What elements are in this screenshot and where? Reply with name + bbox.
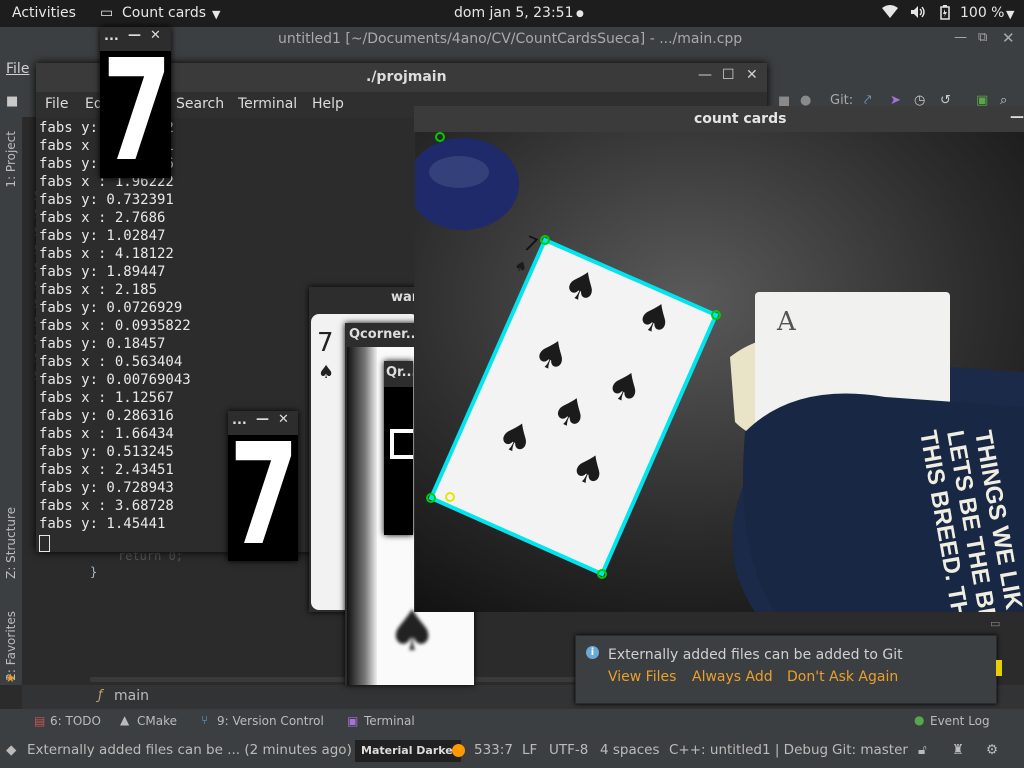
terminal-menu-terminal[interactable]: Terminal xyxy=(238,96,297,112)
system-menu-chevron-icon[interactable]: ▼ xyxy=(1006,8,1014,21)
theme-indicator-icon xyxy=(452,744,465,757)
breadcrumb-main[interactable]: main xyxy=(114,688,149,704)
ide-maximize-button[interactable]: ⧉ xyxy=(978,30,987,45)
qr-title: Qr... xyxy=(386,365,413,380)
cpp-context[interactable]: C++: untitled1 | Debug xyxy=(669,742,828,758)
wifi-icon[interactable] xyxy=(882,5,898,23)
tool-tab-version-control[interactable]: 9: Version Control xyxy=(217,714,324,728)
qcorner-title: Qcorner.. xyxy=(349,327,416,342)
tool-window-bar: ▤ 6: TODO ▲ CMake ⑂ 9: Version Control ▣… xyxy=(0,709,1024,735)
fold-marker-icon[interactable]: ▭ xyxy=(990,617,1000,630)
terminal-maximize-button[interactable]: ☐ xyxy=(722,67,735,83)
rank-window-mid-titlebar[interactable]: ... — ✕ xyxy=(228,411,298,433)
structure-tool-tab[interactable]: Z: Structure xyxy=(4,507,18,579)
rank-image-top: 7 xyxy=(100,51,171,178)
clock[interactable]: dom jan 5, 23:51 xyxy=(454,5,574,21)
qr-window: Qr... xyxy=(384,361,413,535)
status-message[interactable]: Externally added files can be ... (2 min… xyxy=(27,742,352,758)
battery-icon[interactable] xyxy=(940,5,950,24)
count-cards-minimize-button[interactable]: — xyxy=(1010,109,1024,125)
notification-dot-icon: ● xyxy=(576,9,584,19)
rank-window-mid-close[interactable]: ✕ xyxy=(278,412,289,427)
status-collapse-icon[interactable]: ◆ xyxy=(6,742,16,758)
ide-minimize-button[interactable]: — xyxy=(954,30,967,45)
rank-window-top-titlebar[interactable]: ... — ✕ xyxy=(100,27,171,49)
todo-icon: ▤ xyxy=(34,714,46,728)
rank-digit-mid: 7 xyxy=(229,435,298,561)
warp-titlebar[interactable]: war xyxy=(309,287,419,309)
terminal-close-button[interactable]: ✕ xyxy=(746,67,758,83)
scroll-marker xyxy=(996,660,1002,676)
qr-image xyxy=(384,387,413,535)
event-log-icon: ● xyxy=(914,713,925,727)
ide-menu-file[interactable]: File xyxy=(6,61,29,77)
cmake-icon: ▲ xyxy=(120,713,130,727)
function-icon: ƒ xyxy=(98,688,103,703)
ace-card-rank: A xyxy=(776,307,797,337)
caret-position[interactable]: 533:7 xyxy=(474,742,513,758)
terminal-menu-search[interactable]: Search xyxy=(176,96,224,112)
git-notification-balloon: i Externally added files can be added to… xyxy=(575,635,997,704)
camera-frame: A THINGS WE LIK LETS BE THE BRAND T THIS… xyxy=(415,132,1024,612)
count-cards-title: count cards xyxy=(694,111,787,127)
notification-text: Externally added files can be added to G… xyxy=(608,647,903,663)
qr-titlebar[interactable]: Qr... xyxy=(384,361,413,383)
tool-tab-todo[interactable]: 6: TODO xyxy=(50,714,101,728)
always-add-link[interactable]: Always Add xyxy=(692,669,773,685)
dont-ask-again-link[interactable]: Don't Ask Again xyxy=(787,669,898,685)
tool-tab-event-log[interactable]: Event Log xyxy=(930,714,990,728)
indent-setting[interactable]: 4 spaces xyxy=(600,742,660,758)
terminal-title: ./projmain xyxy=(366,69,447,85)
warp-card-rank: 7 xyxy=(317,328,334,358)
project-folder-icon[interactable]: ■ xyxy=(6,94,18,109)
tool-tab-cmake[interactable]: CMake xyxy=(137,714,177,728)
rank-digit-top: 7 xyxy=(102,51,171,178)
count-cards-window: count cards — A THINGS WE LIK LETS BE TH… xyxy=(414,106,1024,612)
project-tool-tab[interactable]: 1: Project xyxy=(4,131,18,188)
battery-percentage: 100 % xyxy=(960,5,1005,21)
qr-digit-shape xyxy=(390,429,413,459)
view-files-link[interactable]: View Files xyxy=(608,669,676,685)
tool-tab-terminal[interactable]: Terminal xyxy=(364,714,415,728)
app-menu-button[interactable]: Count cards xyxy=(122,5,206,21)
terminal-icon: ▣ xyxy=(347,714,359,728)
terminal-menu-file[interactable]: File xyxy=(45,96,68,112)
rank-window-top: ... — ✕ 7 xyxy=(100,27,171,178)
rank-window-mid: ... — ✕ 7 xyxy=(228,411,298,561)
activities-button[interactable]: Activities xyxy=(12,5,76,21)
terminal-menu-help[interactable]: Help xyxy=(312,96,344,112)
qcorner-card-edge xyxy=(347,347,377,685)
favorites-star-icon: ★ xyxy=(5,671,16,685)
app-menu-icon: ▭ xyxy=(100,5,114,21)
memory-icon[interactable]: ⚙ xyxy=(986,742,998,758)
volume-icon[interactable] xyxy=(910,5,926,23)
inspector-icon[interactable]: ♜ xyxy=(952,742,964,758)
code-closing-brace: } xyxy=(90,565,98,579)
git-branch[interactable]: Git: master xyxy=(832,742,908,758)
terminal-minimize-button[interactable]: — xyxy=(698,67,712,83)
rank-window-top-close[interactable]: ✕ xyxy=(150,28,161,43)
version-control-icon: ⑂ xyxy=(201,713,209,727)
rank-window-mid-title: ... xyxy=(232,413,247,428)
count-cards-titlebar[interactable]: count cards — xyxy=(414,106,1024,132)
info-icon: i xyxy=(586,646,599,659)
top-bar: Activities ▭ Count cards ▼ dom jan 5, 23… xyxy=(0,0,1024,27)
rank-window-top-title: ... xyxy=(104,29,119,44)
file-encoding[interactable]: UTF-8 xyxy=(549,742,588,758)
warp-card-spade-icon: ♠ xyxy=(318,362,335,383)
status-bar: ◆ Externally added files can be ... (2 m… xyxy=(0,735,1024,768)
rank-image-mid: 7 xyxy=(228,435,298,561)
terminal-cursor xyxy=(39,535,50,552)
app-menu-chevron-icon: ▼ xyxy=(212,8,221,21)
lock-icon[interactable]: 🔓︎ xyxy=(918,742,927,758)
line-separator[interactable]: LF xyxy=(522,742,537,758)
rank-window-top-minimize[interactable]: — xyxy=(128,28,141,43)
theme-badge[interactable]: Material Darker xyxy=(355,740,461,762)
ide-window-title: untitled1 [~/Documents/4ano/CV/CountCard… xyxy=(278,31,743,47)
rank-window-mid-minimize[interactable]: — xyxy=(256,412,269,427)
ide-left-toolstrip: 1: Project Z: Structure 2: Favorites ★ xyxy=(0,117,22,685)
ide-close-button[interactable]: ✕ xyxy=(1002,29,1015,47)
